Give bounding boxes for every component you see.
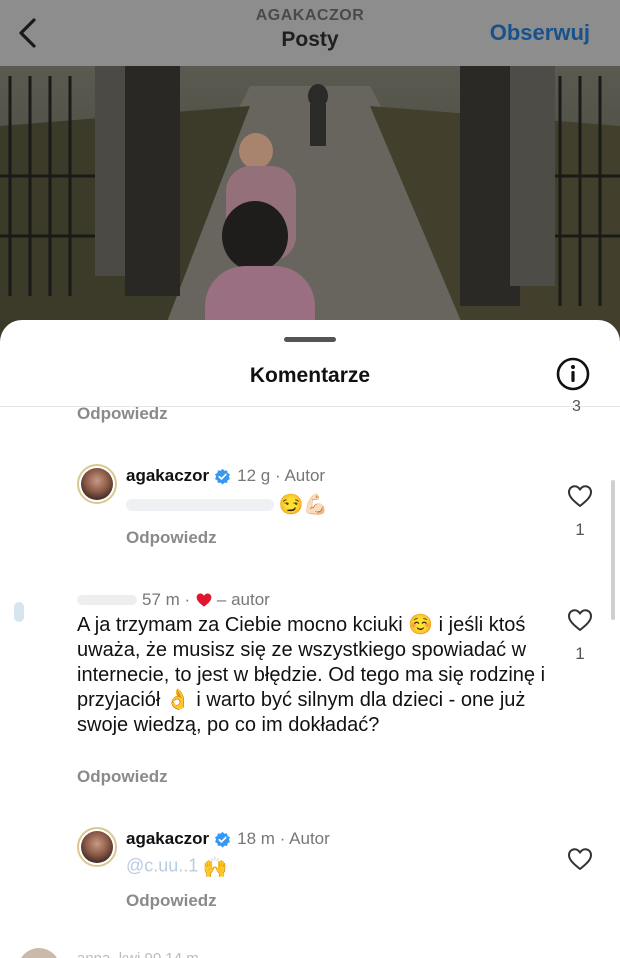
- scrollbar[interactable]: [611, 480, 615, 620]
- heart-filled-icon: [196, 593, 212, 607]
- author-tag: · Autor: [279, 829, 330, 848]
- verified-badge-icon: [215, 468, 231, 484]
- verified-badge-icon: [215, 831, 231, 847]
- comment-username[interactable]: agakaczor: [126, 466, 209, 486]
- avatar[interactable]: [77, 827, 117, 867]
- heart-outline-icon[interactable]: [567, 847, 593, 871]
- sheet-drag-handle[interactable]: [284, 337, 336, 342]
- post-header: AGAKACZOR Posty Obserwuj: [0, 0, 620, 66]
- mention-link[interactable]: @c.uu..1: [126, 856, 198, 876]
- next-comment-meta: anna_kwi.90 14 m: [77, 950, 199, 958]
- comment-emojis: 😏💪🏻: [278, 494, 329, 516]
- info-icon[interactable]: [556, 357, 590, 391]
- sheet-title: Komentarze: [249, 364, 371, 387]
- heart-outline-icon[interactable]: [567, 608, 593, 632]
- liked-by-author-label: – autor: [216, 590, 270, 609]
- prev-like-count: 3: [572, 398, 581, 415]
- reply-button[interactable]: Odpowiedz: [77, 767, 168, 787]
- comment-meta: agakaczor 18 m · Autor: [126, 829, 330, 849]
- comment-time: 12 g: [237, 466, 271, 485]
- redacted-mention: [126, 498, 274, 511]
- follow-button[interactable]: Obserwuj: [490, 20, 590, 46]
- reply-button[interactable]: Odpowiedz: [126, 528, 217, 548]
- comment-username-redacted[interactable]: [77, 595, 137, 605]
- comment-time: 18 m: [237, 829, 275, 848]
- comment-content: 😏💪🏻: [126, 492, 328, 517]
- heart-outline-icon[interactable]: [567, 484, 593, 508]
- avatar[interactable]: [18, 948, 60, 958]
- comment-username[interactable]: agakaczor: [126, 829, 209, 849]
- comment-meta: 57 m · – autor: [77, 590, 270, 610]
- like-count: 1: [575, 520, 585, 539]
- comment-content: @c.uu..1 🙌: [126, 855, 228, 880]
- author-tag: · Autor: [275, 466, 326, 485]
- like-count: 1: [575, 644, 585, 663]
- reply-button[interactable]: Odpowiedz: [126, 891, 217, 911]
- prev-reply-button[interactable]: Odpowiedz: [77, 404, 168, 424]
- comment-meta: agakaczor 12 g · Autor: [126, 466, 325, 486]
- comments-sheet: Komentarze Odpowiedz 3 agakaczor 12 g · …: [0, 320, 620, 958]
- comment-emojis: 🙌: [202, 857, 228, 879]
- comment-text: A ja trzymam za Ciebie mocno kciuki ☺️ i…: [77, 614, 546, 736]
- comment-time: 57 m: [142, 590, 180, 609]
- avatar[interactable]: [77, 464, 117, 504]
- avatar[interactable]: [14, 602, 24, 622]
